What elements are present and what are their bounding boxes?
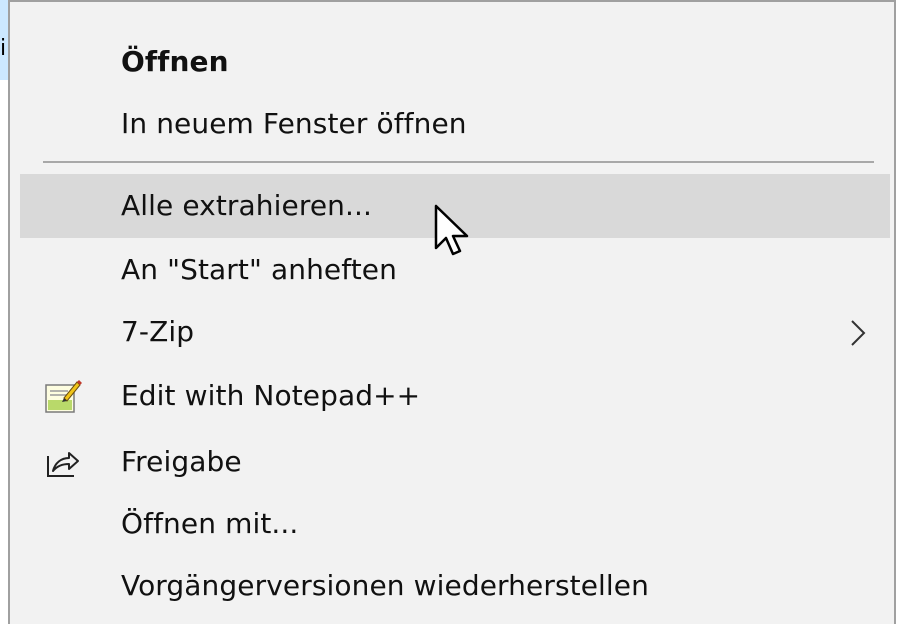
menu-item-open-with-label: Öffnen mit...: [121, 507, 299, 540]
mouse-pointer-icon: [434, 204, 469, 256]
share-icon: [47, 452, 79, 477]
menu-item-share[interactable]: Freigabe: [20, 430, 890, 494]
menu-item-open[interactable]: Öffnen: [20, 30, 890, 94]
menu-item-7zip-label: 7-Zip: [121, 315, 195, 348]
menu-item-restore-previous-versions-label: Vorgängerversionen wiederherstellen: [121, 569, 649, 602]
menu-item-open-label: Öffnen: [121, 45, 229, 78]
background-window-edge: [0, 80, 8, 624]
notepad-plus-plus-icon: [45, 380, 82, 413]
menu-item-open-new-window-label: In neuem Fenster öffnen: [121, 107, 467, 140]
menu-item-open-with[interactable]: Öffnen mit...: [20, 492, 890, 556]
menu-item-open-new-window[interactable]: In neuem Fenster öffnen: [20, 92, 890, 156]
menu-item-extract-all-label: Alle extrahieren...: [121, 189, 373, 222]
background-file-item-label: i: [0, 36, 7, 61]
submenu-arrow-icon: [851, 320, 866, 346]
menu-item-restore-previous-versions[interactable]: Vorgängerversionen wiederherstellen: [20, 554, 890, 618]
menu-item-edit-notepadpp-label: Edit with Notepad++: [121, 379, 421, 412]
menu-item-pin-to-start-label: An "Start" anheften: [121, 253, 397, 286]
menu-item-edit-notepadpp[interactable]: Edit with Notepad++: [20, 364, 890, 428]
context-menu: Öffnen In neuem Fenster öffnen Alle extr…: [8, 0, 896, 624]
desktop-stage: i Öffnen In neuem Fenster öffnen Alle ex…: [0, 0, 898, 624]
menu-item-share-label: Freigabe: [121, 445, 242, 478]
menu-separator: [43, 161, 874, 163]
menu-item-7zip[interactable]: 7-Zip: [20, 300, 890, 364]
